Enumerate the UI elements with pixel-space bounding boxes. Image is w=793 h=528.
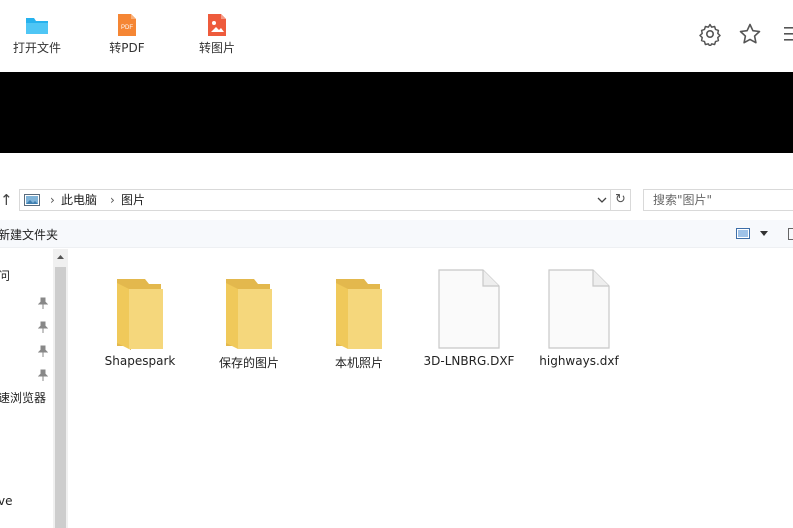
star-icon[interactable] [738, 22, 762, 46]
folder-icon [117, 279, 163, 350]
folder-icon [26, 18, 48, 34]
convert-to-pdf-label: 转PDF [109, 41, 145, 55]
view-mode-icon[interactable] [736, 228, 750, 239]
open-file-button[interactable]: 打开文件 [0, 8, 77, 64]
scrollbar-thumb[interactable] [55, 267, 66, 528]
document-icon [438, 269, 500, 349]
gear-icon[interactable] [698, 22, 722, 46]
file-name: 保存的图片 [218, 356, 279, 370]
file-item[interactable]: 3D-LNBRG.DXF [414, 259, 524, 379]
pin-icon [38, 321, 48, 333]
navigation-pane: 问 速浏览器 S ve [0, 249, 68, 528]
folder-icon [226, 279, 272, 349]
file-name: highways.dxf [539, 354, 619, 368]
breadcrumb-pictures[interactable]: 图片 [121, 191, 145, 209]
convert-to-image-label: 转图片 [198, 41, 235, 55]
app-toolbar: 打开文件 PDF 转PDF 转图片 [0, 0, 793, 72]
pdf-badge-text: PDF [121, 25, 133, 31]
file-name: Shapespark [104, 354, 176, 368]
pdf-file-icon: PDF [118, 14, 136, 36]
open-file-label: 打开文件 [12, 41, 61, 55]
nav-item[interactable]: 速浏览器 [0, 389, 46, 406]
address-bar[interactable]: › 此电脑 › 图片 [19, 189, 611, 211]
preview-pane-icon[interactable] [788, 228, 793, 240]
refresh-icon[interactable]: ↻ [611, 189, 631, 211]
file-item[interactable]: highways.dxf [524, 259, 634, 379]
breadcrumb-this-pc[interactable]: 此电脑 [61, 191, 97, 209]
command-bar: 新建文件夹 [0, 220, 793, 248]
nav-item[interactable]: S [0, 435, 1, 449]
folder-item[interactable]: Shapespark [85, 259, 195, 379]
document-icon [548, 269, 610, 349]
chevron-down-icon[interactable] [594, 191, 610, 209]
menu-icon[interactable] [782, 24, 793, 44]
nav-item[interactable]: 问 [0, 267, 10, 284]
black-band [0, 72, 793, 153]
up-arrow-icon[interactable]: ↑ [0, 190, 14, 210]
scroll-up-icon[interactable] [53, 249, 68, 265]
chevron-down-icon[interactable] [760, 231, 768, 237]
breadcrumb-separator-icon: › [110, 193, 115, 207]
nav-item[interactable]: ve [0, 494, 12, 508]
address-row: ↑ › 此电脑 › 图片 ↻ 搜索"图片" [0, 187, 793, 213]
convert-to-image-button[interactable]: 转图片 [177, 8, 257, 64]
pin-icon [38, 369, 48, 381]
search-input[interactable]: 搜索"图片" [643, 189, 793, 211]
breadcrumb-separator-icon: › [50, 193, 55, 207]
file-name: 3D-LNBRG.DXF [423, 354, 515, 368]
folder-item[interactable]: 本机照片 [304, 259, 414, 379]
file-explorer: ↑ › 此电脑 › 图片 ↻ 搜索"图片" 新建文件夹 问 速浏览器 ve Sh… [0, 153, 793, 528]
file-name: 本机照片 [334, 356, 383, 370]
image-file-icon [208, 14, 226, 36]
folder-icon [336, 279, 382, 349]
folder-item[interactable]: 保存的图片 [194, 259, 304, 379]
new-folder-button[interactable]: 新建文件夹 [0, 226, 58, 243]
convert-to-pdf-button[interactable]: PDF 转PDF [87, 8, 167, 64]
nav-scrollbar[interactable] [53, 249, 68, 528]
pin-icon [38, 297, 48, 309]
pictures-library-icon [24, 194, 40, 206]
pin-icon [38, 345, 48, 357]
